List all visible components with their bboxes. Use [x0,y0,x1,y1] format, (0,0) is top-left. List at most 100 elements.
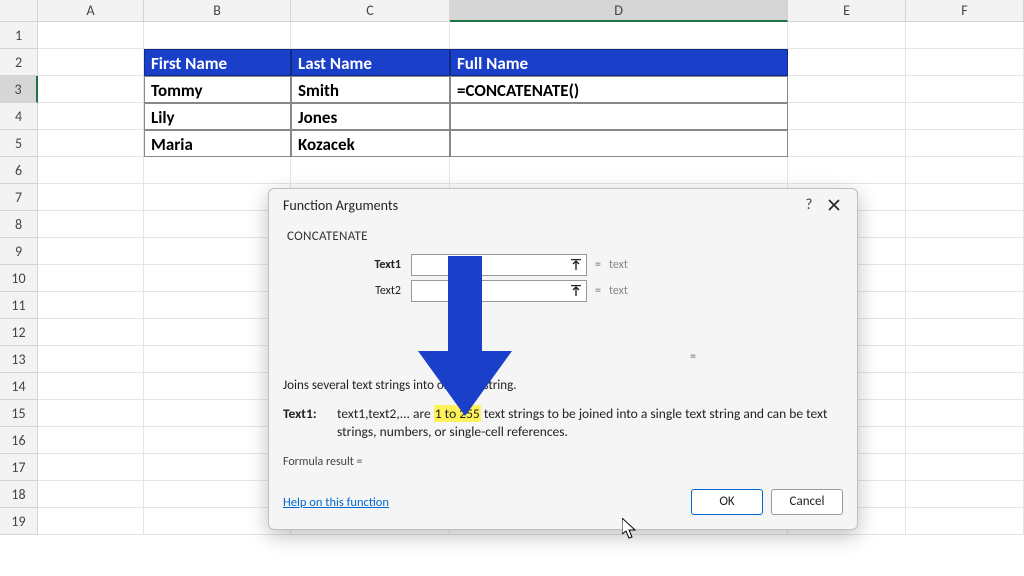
cell[interactable] [906,22,1024,49]
cell[interactable] [291,157,450,184]
cell[interactable] [38,292,144,319]
cell[interactable] [788,49,906,76]
row-header[interactable]: 10 [0,265,38,292]
cell[interactable] [38,481,144,508]
cell[interactable] [38,427,144,454]
row-header[interactable]: 18 [0,481,38,508]
cell[interactable] [788,103,906,130]
cell[interactable] [906,319,1024,346]
table-cell[interactable]: Kozacek [291,130,450,157]
cell[interactable] [906,238,1024,265]
cell[interactable] [906,373,1024,400]
cancel-button[interactable]: Cancel [771,489,843,515]
cell[interactable] [788,130,906,157]
table-cell[interactable]: Smith [291,76,450,103]
col-header-A[interactable]: A [38,0,144,22]
col-header-D[interactable]: D [450,0,788,22]
table-cell[interactable]: Maria [144,130,291,157]
table-header-full-name[interactable]: Full Name [450,49,788,76]
cell[interactable] [38,184,144,211]
cell[interactable] [906,157,1024,184]
table-cell[interactable] [450,103,788,130]
cell[interactable] [906,265,1024,292]
row-header[interactable]: 14 [0,373,38,400]
cell[interactable] [906,427,1024,454]
row-header[interactable]: 6 [0,157,38,184]
cell[interactable] [38,130,144,157]
cell[interactable] [38,400,144,427]
cell[interactable] [38,211,144,238]
cell[interactable] [144,22,291,49]
cell[interactable] [38,265,144,292]
cell[interactable] [38,22,144,49]
row-header[interactable]: 11 [0,292,38,319]
cell[interactable] [906,211,1024,238]
table-cell[interactable]: Jones [291,103,450,130]
cell[interactable] [906,49,1024,76]
close-icon[interactable] [821,199,847,211]
active-formula-cell[interactable]: =CONCATENATE() [450,76,788,103]
refedit-icon[interactable] [567,256,585,274]
row-header[interactable]: 13 [0,346,38,373]
row-header[interactable]: 9 [0,238,38,265]
row-header[interactable]: 19 [0,508,38,535]
col-header-C[interactable]: C [291,0,450,22]
row-header[interactable]: 7 [0,184,38,211]
cell[interactable] [144,157,291,184]
cell[interactable] [906,454,1024,481]
row-header[interactable]: 12 [0,319,38,346]
cell[interactable] [906,508,1024,535]
cell[interactable] [906,76,1024,103]
table-cell[interactable] [450,130,788,157]
row-header[interactable]: 16 [0,427,38,454]
cell[interactable] [38,49,144,76]
function-arguments-dialog[interactable]: Function Arguments ? CONCATENATE Text1 =… [268,188,858,530]
help-link[interactable]: Help on this function [283,495,389,510]
cell[interactable] [38,319,144,346]
row-header[interactable]: 15 [0,400,38,427]
row-header[interactable]: 5 [0,130,38,157]
table-header-first-name[interactable]: First Name [144,49,291,76]
text2-input[interactable] [411,280,587,302]
cell[interactable] [38,508,144,535]
row-header[interactable]: 3 [0,76,38,103]
cell[interactable] [38,454,144,481]
cell[interactable] [906,184,1024,211]
cell[interactable] [38,76,144,103]
cell[interactable] [38,346,144,373]
table-header-last-name[interactable]: Last Name [291,49,450,76]
column-headers: A B C D E F [0,0,1024,22]
select-all-corner[interactable] [0,0,38,22]
row-header[interactable]: 1 [0,22,38,49]
cell[interactable] [788,157,906,184]
cell[interactable] [450,157,788,184]
cell[interactable] [788,22,906,49]
cell[interactable] [906,400,1024,427]
cell[interactable] [906,130,1024,157]
cell[interactable] [450,22,788,49]
col-header-B[interactable]: B [144,0,291,22]
dialog-titlebar[interactable]: Function Arguments ? [269,189,857,221]
row-header[interactable]: 2 [0,49,38,76]
help-icon[interactable]: ? [797,196,821,214]
cell[interactable] [906,103,1024,130]
row-header[interactable]: 17 [0,454,38,481]
cell[interactable] [291,22,450,49]
table-cell[interactable]: Lily [144,103,291,130]
cell[interactable] [906,292,1024,319]
cell[interactable] [38,238,144,265]
cell[interactable] [788,76,906,103]
ok-button[interactable]: OK [691,489,763,515]
cell[interactable] [38,157,144,184]
table-cell[interactable]: Tommy [144,76,291,103]
row-header[interactable]: 4 [0,103,38,130]
cell[interactable] [38,373,144,400]
text1-input[interactable] [411,254,587,276]
cell[interactable] [906,346,1024,373]
col-header-F[interactable]: F [906,0,1024,22]
col-header-E[interactable]: E [788,0,906,22]
refedit-icon[interactable] [567,282,585,300]
cell[interactable] [38,103,144,130]
row-header[interactable]: 8 [0,211,38,238]
cell[interactable] [906,481,1024,508]
